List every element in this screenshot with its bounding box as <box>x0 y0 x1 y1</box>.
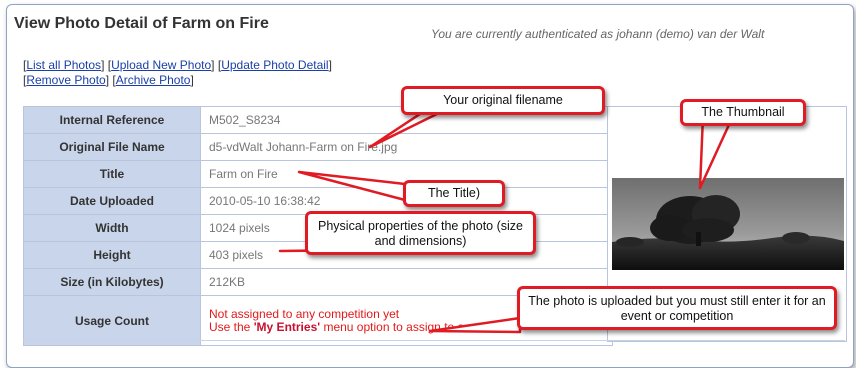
usage-callout: The photo is uploaded but you must still… <box>517 286 837 330</box>
thumbnail-callout-pointer <box>698 114 735 190</box>
title-callout: The Title) <box>403 180 505 207</box>
filename-callout-pointer <box>368 108 447 149</box>
title-callout-pointer <box>297 170 407 202</box>
physical-properties-callout: Physical properties of the photo (size a… <box>305 211 536 255</box>
usage-callout-pointer <box>428 316 522 334</box>
thumbnail-callout: The Thumbnail <box>680 99 806 126</box>
filename-callout: Your original filename <box>401 86 605 115</box>
